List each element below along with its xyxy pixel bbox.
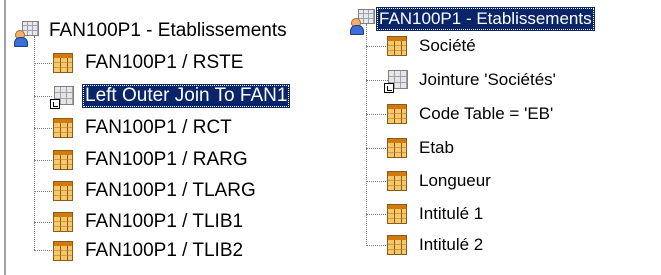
left-tree-panel: FAN100P1 - Etablissements FAN100P1 / RST… [0,0,338,275]
tree-node-label: Jointure 'Sociétés' [419,70,556,89]
tree-node-label: Longueur [419,171,491,190]
tree-node[interactable]: FAN100P1 / TLIB1 [50,207,246,237]
tree-node[interactable]: FAN100P1 / TLIB2 [50,236,246,266]
tree-node[interactable]: FAN100P1 / RSTE [50,48,246,78]
tree-node-label: FAN100P1 / TLIB2 [85,240,244,261]
tree-node-selected[interactable]: Left Outer Join To FAN1 [50,81,291,111]
table-icon [384,232,410,258]
tree-node-label: FAN100P1 / TLARG [85,180,256,201]
table-icon [384,201,410,227]
tree-node[interactable]: Etab [384,133,457,163]
tree-node-label: FAN100P1 / TLIB1 [85,211,244,232]
tree-node[interactable]: Code Table = 'EB' [384,99,556,129]
tree-node-label: Intitulé 1 [419,204,484,223]
tree-node[interactable]: Intitulé 2 [384,230,486,260]
tree-node-label: FAN100P1 / RCT [85,117,232,138]
table-icon [384,135,410,161]
tree-node[interactable]: Intitulé 1 [384,199,486,229]
tree-node-label: Left Outer Join To FAN1 [82,84,291,108]
tree-left-edge [0,0,6,275]
tree-node-label: Intitulé 2 [419,235,484,254]
table-icon [50,178,76,204]
table-icon [384,168,410,194]
right-tree-panel: FAN100P1 - Etablissements Société Jointu… [338,0,661,275]
tree-node[interactable]: FAN100P1 / RCT [50,113,235,143]
join-icon [384,67,410,93]
tree-root-node[interactable]: FAN100P1 - Etablissements [12,16,290,47]
table-icon [50,147,76,173]
tree-node-label: FAN100P1 - Etablissements [376,7,595,31]
entity-icon [348,6,375,35]
left-tree: FAN100P1 - Etablissements FAN100P1 / RST… [0,0,338,275]
table-icon [384,33,410,59]
table-icon [50,238,76,264]
tree-node[interactable]: FAN100P1 / RARG [50,145,251,175]
tree-node-label: FAN100P1 / RSTE [85,52,244,73]
tree-node-label: Etab [419,138,454,157]
table-icon [384,101,410,127]
tree-node[interactable]: Longueur [384,166,494,196]
tree-node[interactable]: Jointure 'Sociétés' [384,65,559,95]
tree-node-label: Société [419,36,476,55]
tree-node-label: FAN100P1 / RARG [85,149,248,170]
tree-node[interactable]: Société [384,31,479,61]
join-icon [50,83,76,109]
table-icon [50,209,76,235]
tree-node-label: FAN100P1 - Etablissements [49,20,287,41]
table-icon [50,50,76,76]
tree-line [366,24,367,246]
tree-root-node-selected[interactable]: FAN100P1 - Etablissements [348,4,595,35]
tree-node-label: Code Table = 'EB' [419,104,554,123]
tree-node[interactable]: FAN100P1 / TLARG [50,176,259,206]
table-icon [50,115,76,141]
entity-icon [12,18,39,47]
right-tree: FAN100P1 - Etablissements Société Jointu… [338,0,661,275]
tree-line [34,36,35,250]
